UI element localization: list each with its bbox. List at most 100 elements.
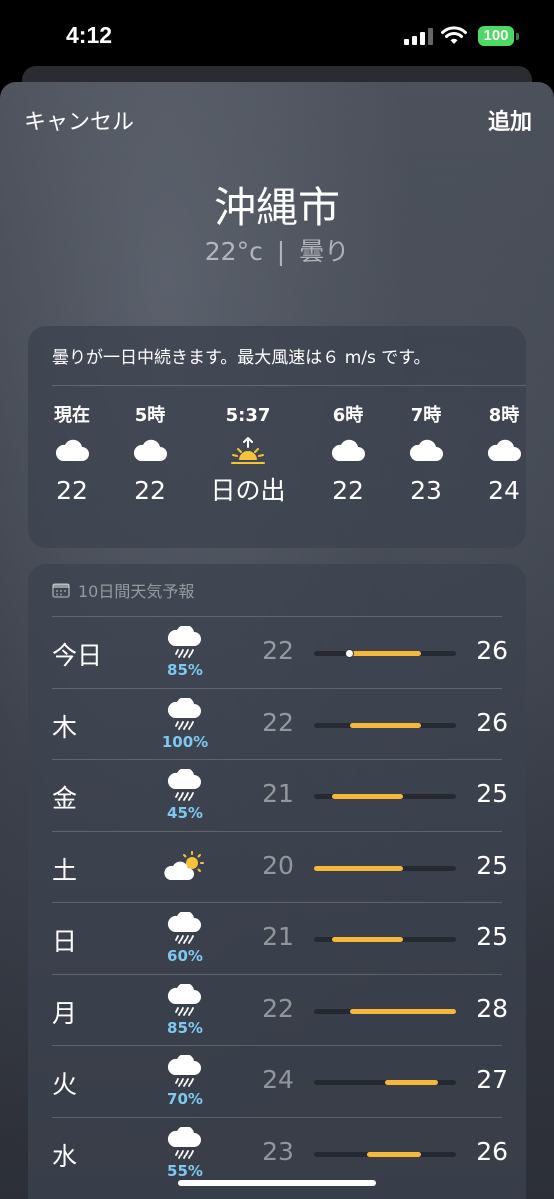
forecast-title: 10日間天気予報	[78, 582, 195, 601]
forecast-row[interactable]: 今日 85% 22 26	[52, 616, 508, 687]
temp-range-bar	[331, 937, 403, 942]
current-condition: 曇り	[299, 237, 350, 266]
high-temp: 25	[476, 850, 508, 880]
precip-chance: 70%	[167, 1090, 203, 1108]
high-temp: 26	[476, 636, 508, 665]
hour-label: 6時	[332, 405, 364, 426]
cloud-icon	[386, 428, 466, 474]
low-temp: 22	[262, 707, 294, 737]
hour-temp: 日の出	[210, 476, 286, 505]
current-temp: 22°c	[204, 237, 263, 266]
temp-range-bar	[385, 1080, 439, 1085]
high-temp: 27	[476, 1065, 508, 1094]
cloud-icon	[32, 428, 112, 474]
forecast-header: 10日間天気予報	[52, 578, 194, 602]
divider	[52, 616, 502, 617]
ten-day-forecast-card[interactable]: 10日間天気予報 今日 85% 22 26 木 100% 22 26 金 45% 21 25 土 20 25…	[28, 564, 526, 1199]
rain-cloud-icon	[160, 696, 210, 736]
weather-icon-wrap: 70%	[160, 1053, 210, 1108]
forecast-row[interactable]: 木 100% 22 26	[52, 687, 508, 759]
wifi-icon	[441, 26, 467, 44]
weather-icon-wrap: 100%	[160, 696, 210, 751]
temp-range-track	[314, 649, 456, 658]
rain-cloud-icon	[160, 767, 210, 807]
hour-label: 現在	[54, 405, 90, 426]
forecast-summary: 曇りが一日中続きます。最大風速は６ m/s です。	[52, 348, 431, 368]
high-temp: 25	[476, 779, 508, 808]
temp-range-track	[314, 865, 456, 871]
day-label: 水	[52, 1141, 78, 1171]
high-temp: 25	[476, 922, 508, 951]
hourly-item: 5時 22	[110, 404, 190, 508]
hour-temp: 22	[134, 476, 166, 505]
hourly-item: 5:37 日の出	[208, 404, 288, 508]
temp-range-track	[314, 1008, 456, 1014]
day-label: 火	[52, 1070, 78, 1099]
rain-cloud-icon	[160, 624, 210, 664]
low-temp: 20	[262, 850, 294, 880]
precip-chance: 45%	[167, 804, 203, 822]
forecast-row[interactable]: 水 55% 23 26	[52, 1116, 508, 1188]
cancel-button[interactable]: キャンセル	[24, 104, 134, 136]
forecast-row[interactable]: 月 85% 22 28	[52, 973, 508, 1045]
hourly-forecast-card[interactable]: 曇りが一日中続きます。最大風速は６ m/s です。 現在 22 5時 22 5:37 日の…	[28, 326, 526, 548]
weather-icon-wrap: 55%	[160, 1125, 210, 1180]
temp-range-track	[314, 722, 456, 728]
temp-range-track	[314, 1080, 456, 1085]
low-temp: 23	[262, 1136, 294, 1166]
cloud-icon	[464, 428, 544, 474]
cellular-signal-icon	[404, 28, 434, 45]
city-name: 沖縄市	[213, 183, 340, 232]
low-temp: 21	[262, 922, 294, 951]
temp-range-track	[314, 1151, 456, 1157]
temp-range-bar	[314, 865, 403, 871]
divider	[52, 1045, 502, 1046]
temp-range-bar	[349, 1008, 456, 1014]
divider	[52, 973, 502, 975]
day-label: 日	[52, 927, 78, 956]
current-temp-marker	[345, 649, 354, 658]
status-bar: 4:12 100	[0, 0, 554, 70]
high-temp: 26	[476, 1136, 508, 1166]
divider	[52, 385, 526, 386]
weather-sheet: キャンセル 追加 沖縄市 22°c | 曇り 曇りが一日中続きます。最大風速は６…	[0, 82, 554, 1199]
status-time: 4:12	[66, 22, 113, 48]
precip-chance: 100%	[161, 732, 209, 751]
low-temp: 22	[262, 636, 294, 665]
hour-temp: 22	[332, 476, 364, 505]
hourly-item: 現在 22	[32, 404, 112, 508]
hour-label: 5時	[134, 405, 166, 426]
day-label: 今日	[52, 641, 103, 670]
temp-range-bar	[349, 651, 421, 656]
day-label: 木	[52, 712, 78, 742]
day-label: 月	[52, 998, 78, 1028]
high-temp: 26	[476, 707, 508, 737]
hour-label: 8時	[488, 405, 520, 426]
calendar-icon	[52, 583, 70, 598]
temp-range-bar	[349, 722, 421, 728]
divider	[52, 759, 502, 760]
precip-chance: 60%	[167, 947, 203, 965]
temp-range-bar	[367, 1151, 421, 1157]
hour-temp: 24	[488, 476, 520, 505]
forecast-row[interactable]: 火 70% 24 27	[52, 1045, 508, 1116]
weather-icon-wrap	[160, 850, 210, 887]
rain-cloud-icon	[160, 982, 210, 1022]
home-indicator[interactable]	[178, 1180, 376, 1186]
add-button[interactable]: 追加	[488, 104, 532, 136]
weather-icon-wrap: 60%	[160, 910, 210, 965]
hourly-item: 7時 23	[386, 404, 466, 508]
forecast-row[interactable]: 土 20 25	[52, 830, 508, 902]
temp-range-bar	[331, 794, 403, 799]
precip-chance: 55%	[167, 1161, 203, 1180]
precip-chance: 85%	[167, 661, 203, 679]
hour-temp: 22	[56, 476, 88, 505]
forecast-row[interactable]: 日 60% 21 25	[52, 902, 508, 973]
divider	[52, 687, 502, 689]
hourly-item: 6時 22	[308, 404, 388, 508]
forecast-row[interactable]: 金 45% 21 25	[52, 759, 508, 830]
day-label: 金	[52, 784, 78, 813]
sunrise-icon	[208, 428, 288, 474]
hour-label: 5:37	[225, 405, 271, 426]
divider	[52, 902, 502, 903]
